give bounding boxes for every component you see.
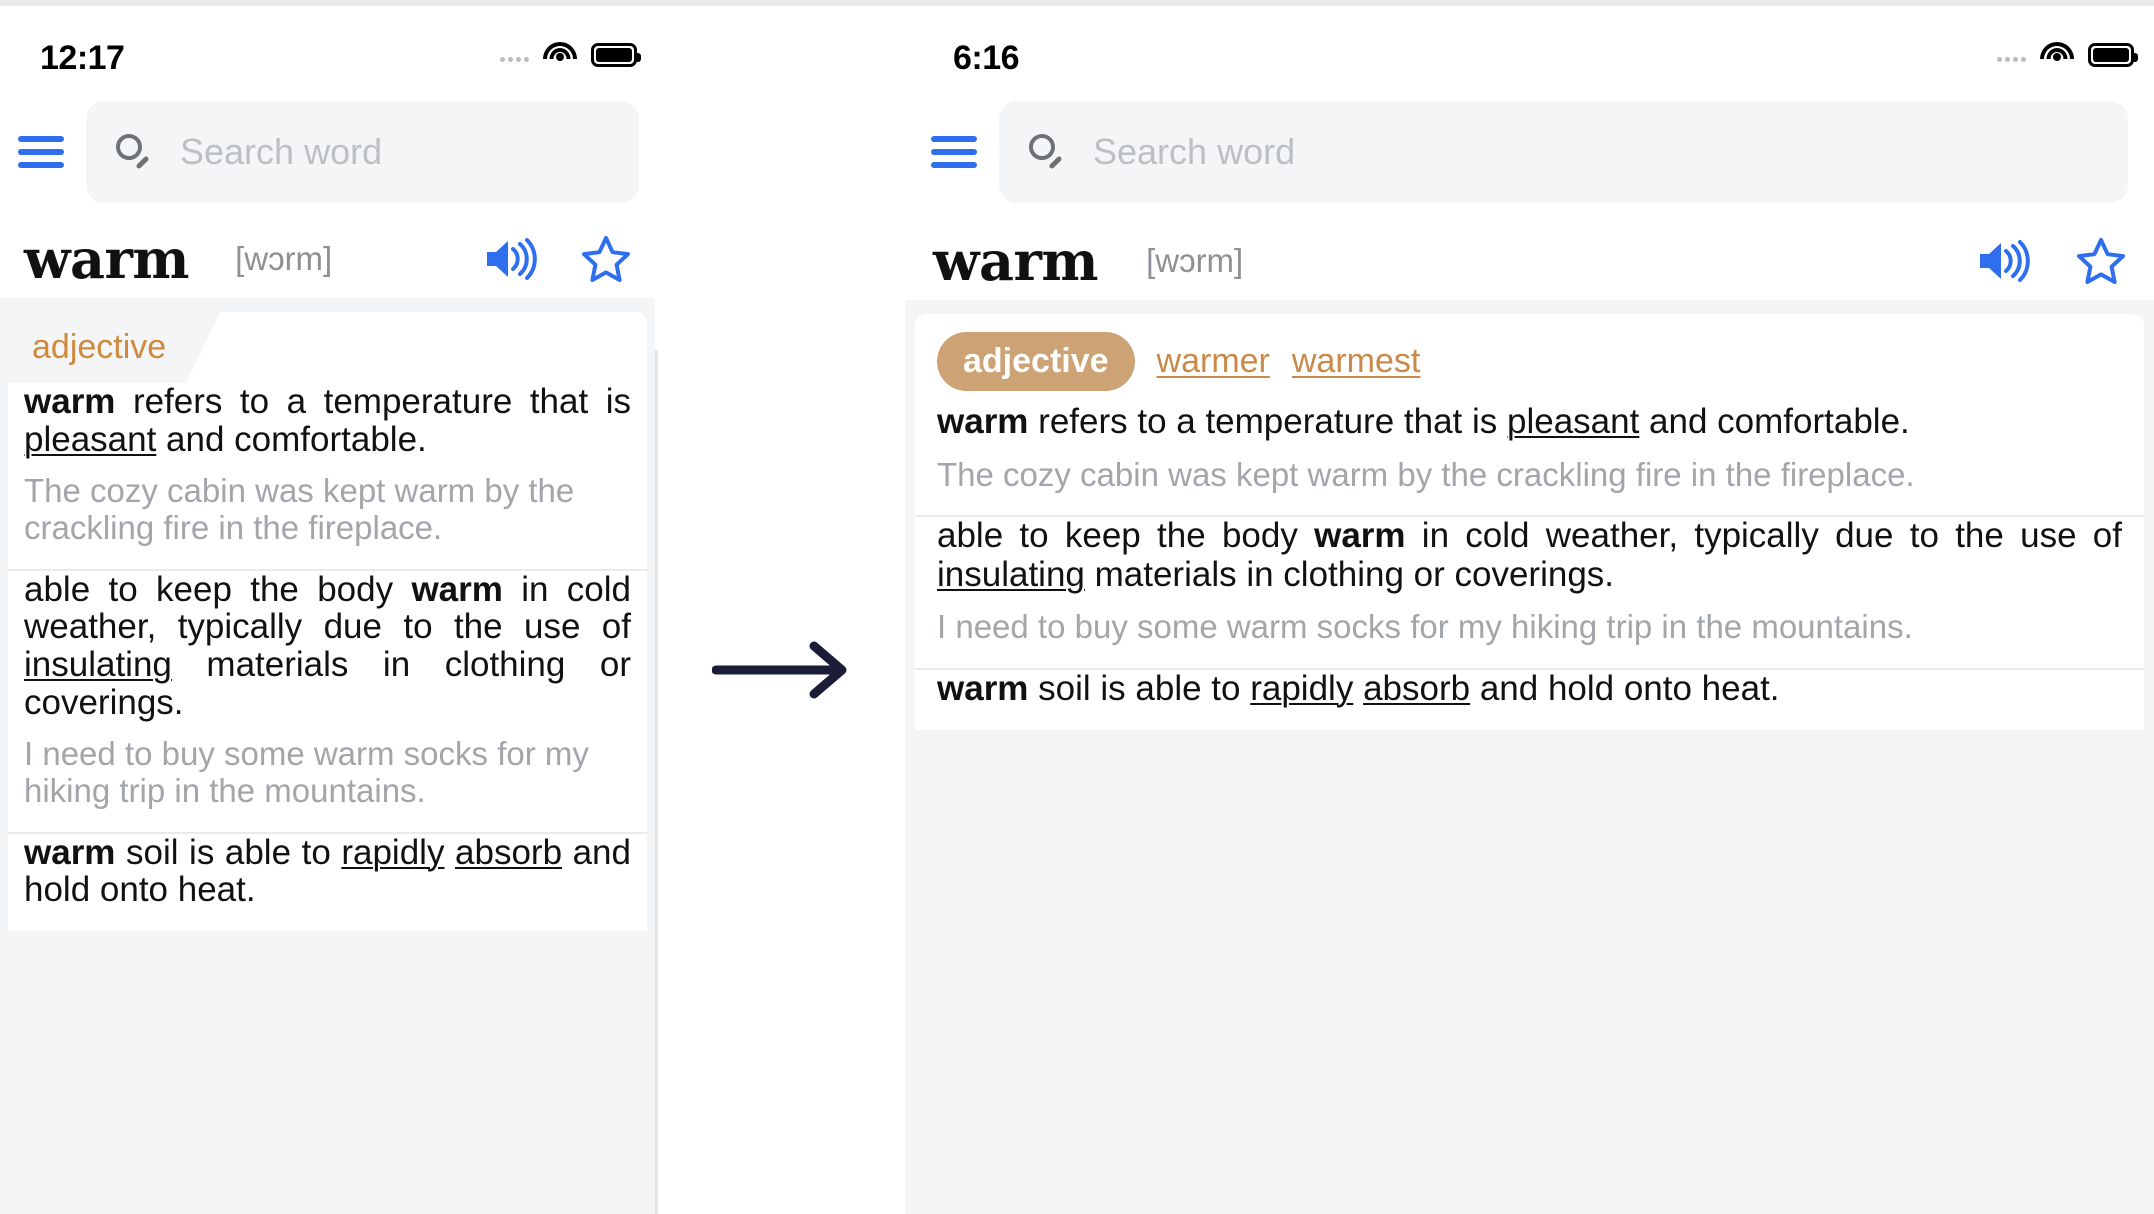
definition-entry: warm refers to a temperature that is ple… (915, 402, 2144, 516)
comparison-stage: 12:17 Search word warm [wɔrm] adjective … (0, 0, 2154, 1214)
example-sentence: The cozy cabin was kept warm by the crac… (24, 471, 575, 546)
wifi-icon (2040, 42, 2074, 67)
inflection-link-comparative[interactable]: warmer (1157, 342, 1270, 381)
pos-tag-pill[interactable]: adjective (937, 332, 1135, 391)
star-outline-icon[interactable] (2076, 237, 2126, 285)
definition-text: able to keep the body warm in cold weath… (24, 569, 631, 722)
definition-entry: able to keep the body warm in cold weath… (915, 516, 2144, 668)
search-placeholder: Search word (180, 131, 383, 172)
hamburger-menu-icon[interactable] (931, 135, 977, 169)
search-bar-row-left: Search word (0, 94, 655, 210)
definition-card-left: adjective warm refers to a temperature t… (8, 312, 647, 932)
pos-tag-row: adjective warmer warmest (915, 314, 2144, 403)
pos-tag-ribbon-wrap: adjective (8, 312, 647, 383)
definitions-scroll-right[interactable]: adjective warmer warmest warm refers to … (905, 300, 2154, 1214)
inflection-link-superlative[interactable]: warmest (1292, 342, 1420, 381)
search-icon (1029, 134, 1065, 170)
status-indicators (500, 42, 641, 67)
search-input[interactable]: Search word (86, 101, 639, 203)
definition-text: warm refers to a temperature that is ple… (937, 402, 1910, 441)
status-clock: 6:16 (953, 39, 1020, 77)
definition-text: warm soil is able to rapidly absorb and … (937, 668, 1780, 708)
battery-full-icon (591, 42, 641, 67)
status-bar-left: 12:17 (0, 6, 655, 94)
status-clock: 12:17 (40, 39, 125, 77)
definition-text: warm refers to a temperature that is ple… (24, 382, 631, 459)
battery-full-icon (2088, 42, 2138, 67)
definition-card-right: adjective warmer warmest warm refers to … (915, 314, 2144, 731)
arrow-right-icon (711, 640, 852, 700)
example-sentence: The cozy cabin was kept warm by the crac… (937, 455, 1915, 493)
definitions-scroll-left[interactable]: adjective warm refers to a temperature t… (0, 298, 655, 1214)
definition-entry: able to keep the body warm in cold weath… (8, 569, 647, 832)
search-placeholder: Search word (1093, 131, 1296, 172)
signal-dots-icon (500, 48, 529, 62)
phone-screenshot-after: 6:16 Search word warm [wɔrm] adjective w… (905, 6, 2154, 1214)
wifi-icon (543, 42, 577, 67)
status-indicators (1997, 42, 2138, 67)
definition-entry: warm soil is able to rapidly absorb and … (8, 832, 647, 932)
phonetic-transcription: [wɔrm] (1146, 242, 1244, 279)
phone-screenshot-before: 12:17 Search word warm [wɔrm] adjective … (0, 6, 655, 1214)
speaker-icon[interactable] (483, 237, 537, 281)
signal-dots-icon (1997, 48, 2026, 62)
phonetic-transcription: [wɔrm] (235, 240, 333, 277)
star-outline-icon[interactable] (581, 235, 631, 283)
headword: warm (24, 227, 190, 291)
headword-row-right: warm [wɔrm] (905, 210, 2154, 300)
definition-entry: warm soil is able to rapidly absorb and … (915, 668, 2144, 731)
status-bar-right: 6:16 (905, 6, 2154, 94)
definition-text: warm soil is able to rapidly absorb and … (24, 832, 631, 910)
speaker-icon[interactable] (1976, 239, 2030, 283)
hamburger-menu-icon[interactable] (18, 135, 64, 169)
headword: warm (933, 229, 1099, 293)
example-sentence: I need to buy some warm socks for my hik… (937, 608, 1913, 646)
search-icon (116, 134, 152, 170)
search-bar-row-right: Search word (905, 94, 2154, 210)
example-sentence: I need to buy some warm socks for my hik… (24, 734, 589, 809)
definition-text: able to keep the body warm in cold weath… (937, 516, 2122, 594)
panel-divider (655, 350, 658, 1214)
pos-tag-ribbon[interactable]: adjective (8, 312, 187, 383)
search-input[interactable]: Search word (999, 101, 2128, 203)
definition-entry: warm refers to a temperature that is ple… (8, 383, 647, 569)
headword-row-left: warm [wɔrm] (0, 210, 655, 298)
